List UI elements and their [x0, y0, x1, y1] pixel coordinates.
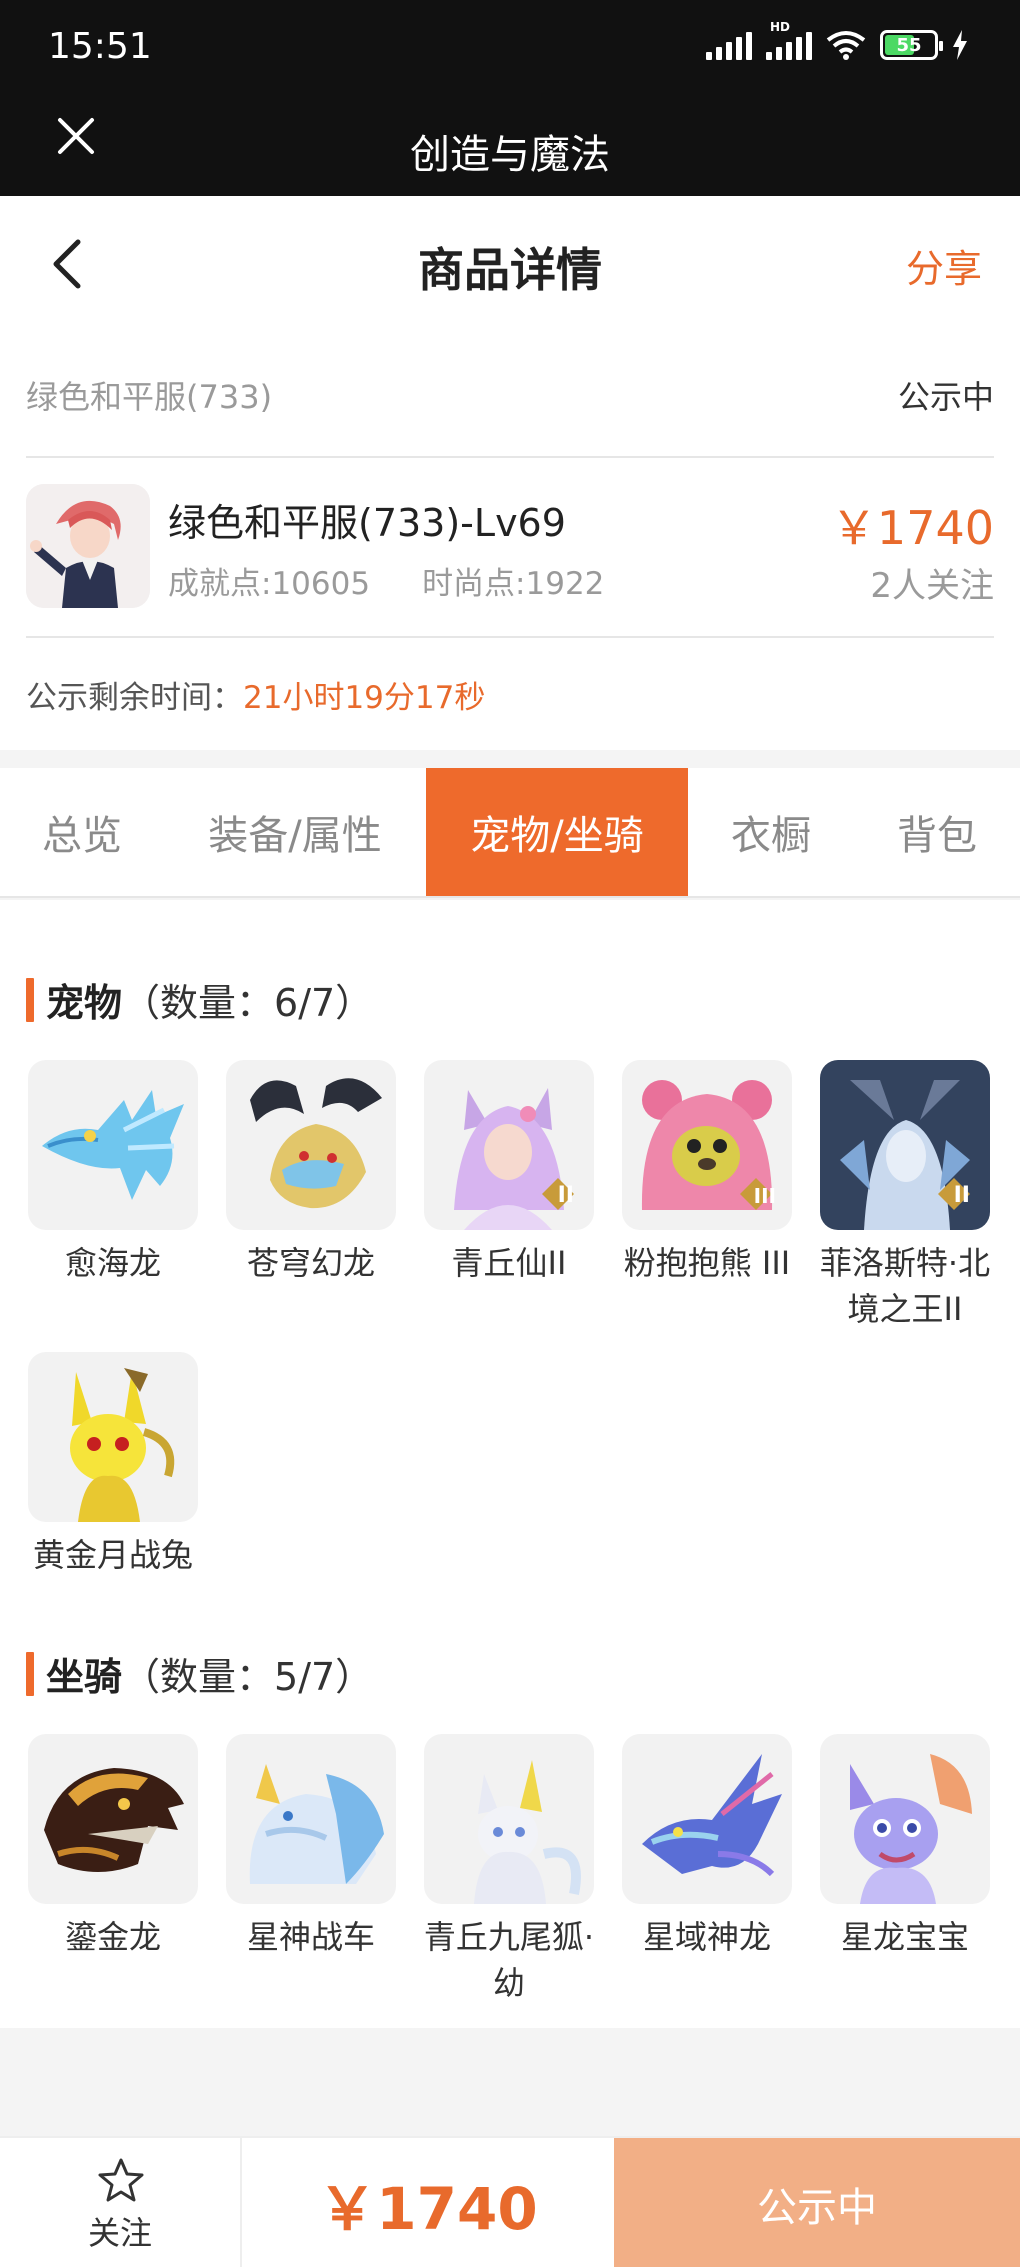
star-chariot-image: [249, 1764, 384, 1884]
pet-item[interactable]: 黄金月战兔: [20, 1352, 206, 1578]
pink-bear-icon: III: [622, 1060, 792, 1230]
pet-item[interactable]: II 青丘仙II: [416, 1060, 602, 1286]
app-bar: 创造与魔法: [0, 96, 1020, 196]
mount-name: 星域神龙: [642, 1918, 771, 1956]
rank-badge: III: [753, 1184, 776, 1208]
signal-icon: [706, 30, 752, 60]
page-title: 商品详情: [418, 243, 602, 297]
pets-section-title: 宠物 （数量：6/7）: [26, 972, 373, 1027]
pet-name: 粉抱抱熊 III: [623, 1244, 791, 1282]
status-icons: HD 55: [706, 20, 968, 60]
mounts-count: （数量：5/7）: [122, 1655, 374, 1699]
signal-hd-icon: HD: [766, 20, 812, 60]
remaining-time: 公示剩余时间：21小时19分17秒: [26, 672, 485, 717]
character-name: 绿色和平服(733)-Lv69: [168, 501, 566, 545]
mounts-title: 坐骑: [46, 1655, 123, 1699]
baby-star-dragon-image: [850, 1754, 972, 1904]
fashion-points: 时尚点:1922: [422, 566, 605, 602]
nav-bar: 商品详情 分享: [0, 196, 1020, 330]
mount-item[interactable]: 星神战车: [218, 1734, 404, 1960]
mount-item[interactable]: 鎏金龙: [20, 1734, 206, 1960]
mounts-section-title: 坐骑 （数量：5/7）: [26, 1646, 373, 1701]
pets-title: 宠物: [46, 981, 123, 1025]
follow-button[interactable]: 关注: [0, 2138, 242, 2267]
mount-name: 鎏金龙: [64, 1918, 161, 1956]
pets-count: （数量：6/7）: [122, 981, 374, 1025]
pet-name: 黄金月战兔: [32, 1536, 193, 1574]
achievement-points: 成就点:10605: [168, 566, 371, 602]
mount-name: 青丘九尾狐·幼: [423, 1918, 595, 2002]
pet-name: 青丘仙II: [451, 1244, 567, 1282]
hd-label: HD: [770, 20, 791, 34]
gilded-dragon-icon: [28, 1734, 198, 1904]
pet-item[interactable]: III 粉抱抱熊 III: [614, 1060, 800, 1286]
share-button[interactable]: 分享: [906, 238, 982, 293]
pet-item[interactable]: 愈海龙: [20, 1060, 206, 1286]
publicity-button[interactable]: 公示中: [614, 2138, 1020, 2267]
baby-star-dragon-icon: [820, 1734, 990, 1904]
golden-rabbit-image: [70, 1368, 175, 1522]
pet-item[interactable]: II 菲洛斯特·北境之王II: [812, 1060, 998, 1332]
wifi-icon: [826, 31, 866, 60]
tab-equipment[interactable]: 装备/属性: [164, 768, 426, 896]
pet-name: 愈海龙: [64, 1244, 161, 1282]
follow-label: 关注: [87, 2214, 152, 2252]
dark-winged-dragon-image: [250, 1078, 382, 1209]
pet-name: 苍穹幻龙: [246, 1244, 375, 1282]
star-dragon-icon: [622, 1734, 792, 1904]
golden-rabbit-icon: [28, 1352, 198, 1522]
battery-level: 55: [896, 34, 922, 56]
server-name: 绿色和平服(733): [26, 378, 273, 416]
star-dragon-image: [642, 1754, 782, 1877]
pet-item[interactable]: 苍穹幻龙: [218, 1060, 404, 1286]
divider: [26, 456, 994, 458]
blue-sea-dragon-image: [42, 1090, 184, 1200]
rank-badge: II: [953, 1183, 970, 1208]
bottom-bar: 关注 ￥1740 公示中: [0, 2136, 1020, 2267]
tab-bar: 总览 装备/属性 宠物/坐骑 衣橱 背包: [0, 768, 1020, 898]
status-bar: 15:51 HD 55: [0, 0, 1020, 96]
tab-wardrobe[interactable]: 衣橱: [688, 768, 854, 896]
blue-sea-dragon-icon: [28, 1060, 198, 1230]
listing-price: ￥1740: [830, 501, 994, 555]
frost-king-icon: II: [820, 1060, 990, 1230]
pet-name: 菲洛斯特·北境之王II: [819, 1244, 991, 1328]
mount-item[interactable]: 星域神龙: [614, 1734, 800, 1960]
remaining-time-value: 21小时19分17秒: [243, 680, 486, 716]
mount-item[interactable]: 青丘九尾狐·幼: [416, 1734, 602, 2006]
listing-state: 公示中: [897, 378, 994, 416]
charging-icon: [953, 30, 967, 60]
pets-mounts-panel: 宠物 （数量：6/7） 愈海龙 苍穹幻龙 II 青丘仙II III 粉抱抱熊 II…: [0, 900, 1020, 2028]
section-marker: [26, 1651, 34, 1696]
follower-count: 2人关注: [870, 566, 994, 606]
tab-overview[interactable]: 总览: [0, 768, 164, 896]
fox-fairy-icon: II: [424, 1060, 594, 1230]
listing-info: 绿色和平服(733) 公示中 绿色和平服(733)-Lv69 成就点:10605…: [0, 330, 1020, 750]
mount-name: 星龙宝宝: [840, 1918, 969, 1956]
star-icon: [98, 2158, 144, 2202]
remaining-time-label: 公示剩余时间：: [26, 680, 243, 716]
character-stats: 成就点:10605 时尚点:1922: [168, 558, 604, 603]
character-avatar-image: [26, 484, 150, 608]
battery-icon: 55: [880, 30, 943, 60]
app-title: 创造与魔法: [410, 132, 610, 178]
nine-tailed-fox-image: [474, 1760, 581, 1904]
rank-badge: II: [557, 1183, 574, 1208]
gilded-dragon-image: [44, 1768, 184, 1872]
mount-item[interactable]: 星龙宝宝: [812, 1734, 998, 1960]
character-avatar: [26, 484, 150, 608]
divider: [26, 636, 994, 638]
tab-pets-mounts[interactable]: 宠物/坐骑: [426, 768, 688, 896]
section-marker: [26, 977, 34, 1022]
nine-tailed-fox-icon: [424, 1734, 594, 1904]
star-chariot-icon: [226, 1734, 396, 1904]
status-time: 15:51: [48, 26, 152, 67]
dark-winged-dragon-icon: [226, 1060, 396, 1230]
footer-price: ￥1740: [318, 2174, 538, 2243]
tab-backpack[interactable]: 背包: [854, 768, 1020, 896]
mount-name: 星神战车: [246, 1918, 375, 1956]
